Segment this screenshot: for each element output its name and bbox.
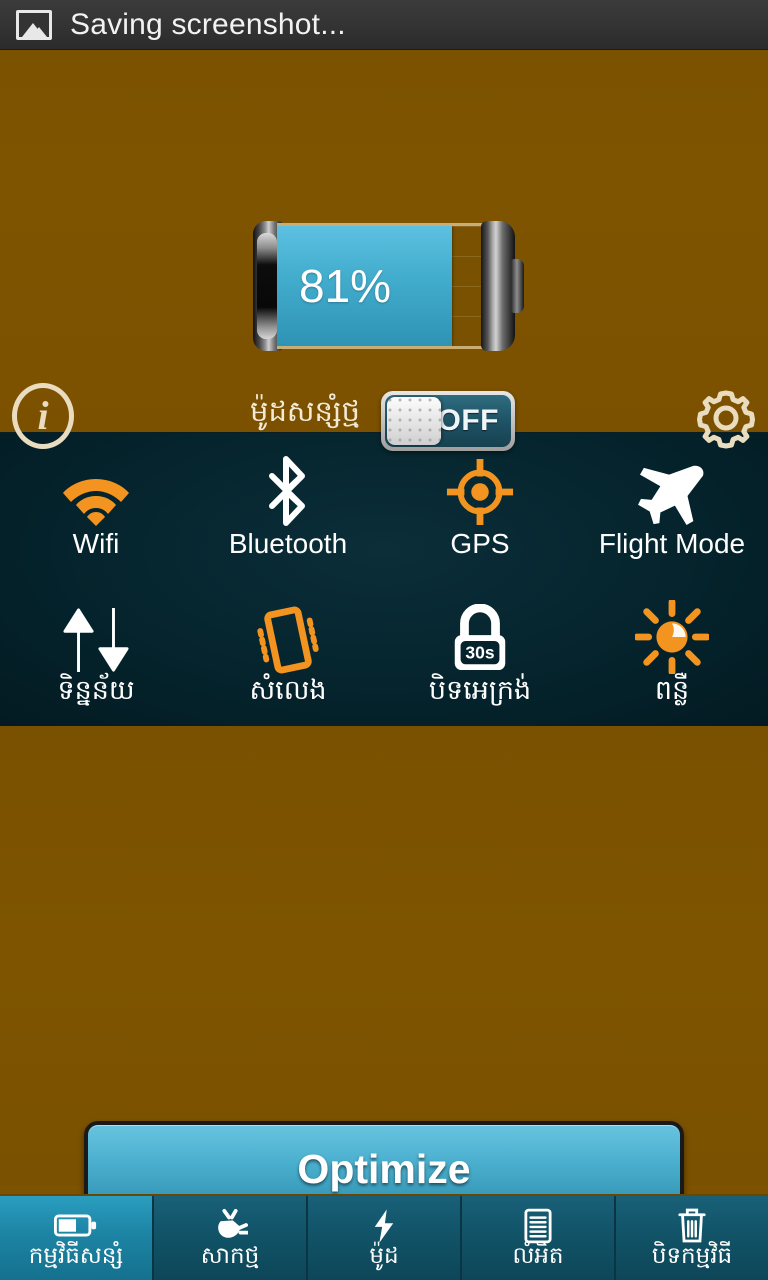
info-icon[interactable]: i: [12, 383, 74, 449]
power-saver-label: ម៉ូដសន្សំថ្ម: [250, 394, 360, 428]
brightness-sun-icon: [635, 599, 709, 674]
screenshot-image-icon: [16, 9, 52, 40]
toggle-knob[interactable]: [387, 397, 441, 445]
vibrate-icon: [254, 600, 322, 674]
data-arrows-icon: [59, 600, 133, 674]
quick-toggle-sound[interactable]: សំលេង: [192, 580, 384, 727]
battery-percent-label: 81%: [299, 260, 392, 312]
quick-toggles-row-2: ទិន្នន័យ សំលេង 30s បិទអេក្រង់ ពន្លឺ: [0, 580, 768, 727]
toggle-state-label: OFF: [437, 404, 499, 437]
bluetooth-icon: [264, 453, 312, 527]
tab-label: សាកថ្ម: [200, 1242, 260, 1269]
info-icon-glyph: i: [37, 393, 49, 438]
toggle-track: OFF: [385, 395, 511, 447]
quick-toggle-label: GPS: [450, 527, 510, 559]
screen-timeout-badge: 30s: [465, 642, 494, 662]
wifi-icon: [60, 453, 132, 527]
quick-toggle-label: សំលេង: [249, 674, 327, 706]
lightning-bolt-icon: [372, 1208, 396, 1243]
tab-label: បិទកម្មវិធី: [651, 1242, 733, 1269]
tab-label: កម្មវិធីសន្សំ: [28, 1242, 124, 1269]
optimize-button-label: Optimize: [297, 1145, 471, 1192]
toggle-bezel: OFF: [381, 391, 515, 451]
screen-lock-timeout-icon: 30s: [447, 600, 513, 674]
battery-fill-level: 81%: [277, 226, 452, 346]
gps-icon: [445, 453, 515, 527]
quick-toggles-panel: Wifi Bluetooth GPS Flight Mode ទិន្នន័យ …: [0, 432, 768, 726]
tab-label: លំអិត: [512, 1242, 564, 1269]
quick-toggle-label: ទិន្នន័យ: [57, 674, 135, 706]
quick-toggle-mobile-data[interactable]: ទិន្នន័យ: [0, 580, 192, 727]
bottom-tab-bar: កម្មវិធីសន្សំ សាកថ្ម ម៉ូដ លំអិត បិទកម្មវ…: [0, 1194, 768, 1280]
quick-toggle-label: Wifi: [72, 527, 120, 559]
tab-mode[interactable]: ម៉ូដ: [308, 1196, 462, 1280]
tab-details[interactable]: លំអិត: [462, 1196, 616, 1280]
quick-toggle-brightness[interactable]: ពន្លឺ: [576, 580, 768, 727]
tab-kill-apps[interactable]: បិទកម្មវិធី: [616, 1196, 768, 1280]
quick-toggle-label: ពន្លឺ: [654, 674, 690, 706]
power-plug-icon: [212, 1208, 248, 1243]
document-lines-icon: [524, 1208, 552, 1243]
battery-indicator: 81%: [253, 215, 524, 357]
airplane-icon: [633, 453, 711, 527]
gear-icon[interactable]: [694, 386, 758, 450]
quick-toggle-label: បិទអេក្រង់: [428, 674, 532, 706]
power-saver-toggle[interactable]: OFF: [381, 391, 515, 451]
optimize-panel: Optimize: [0, 726, 768, 1217]
quick-toggle-label: Flight Mode: [598, 527, 746, 559]
status-bar-text: Saving screenshot...: [70, 7, 346, 41]
battery-horizontal-icon: [54, 1209, 98, 1243]
battery-terminal-right: [481, 221, 524, 351]
battery-overview-panel: 81% i ម៉ូដសន្សំថ្ម OFF: [0, 50, 768, 451]
status-bar: Saving screenshot...: [0, 0, 768, 50]
quick-toggle-label: Bluetooth: [228, 527, 348, 559]
quick-toggle-screen-timeout[interactable]: 30s បិទអេក្រង់: [384, 580, 576, 727]
battery-body: 81%: [277, 223, 493, 349]
trash-can-icon: [677, 1208, 707, 1243]
tab-charge[interactable]: សាកថ្ម: [154, 1196, 308, 1280]
tab-label: ម៉ូដ: [369, 1242, 399, 1269]
tab-power-saver[interactable]: កម្មវិធីសន្សំ: [0, 1196, 154, 1280]
